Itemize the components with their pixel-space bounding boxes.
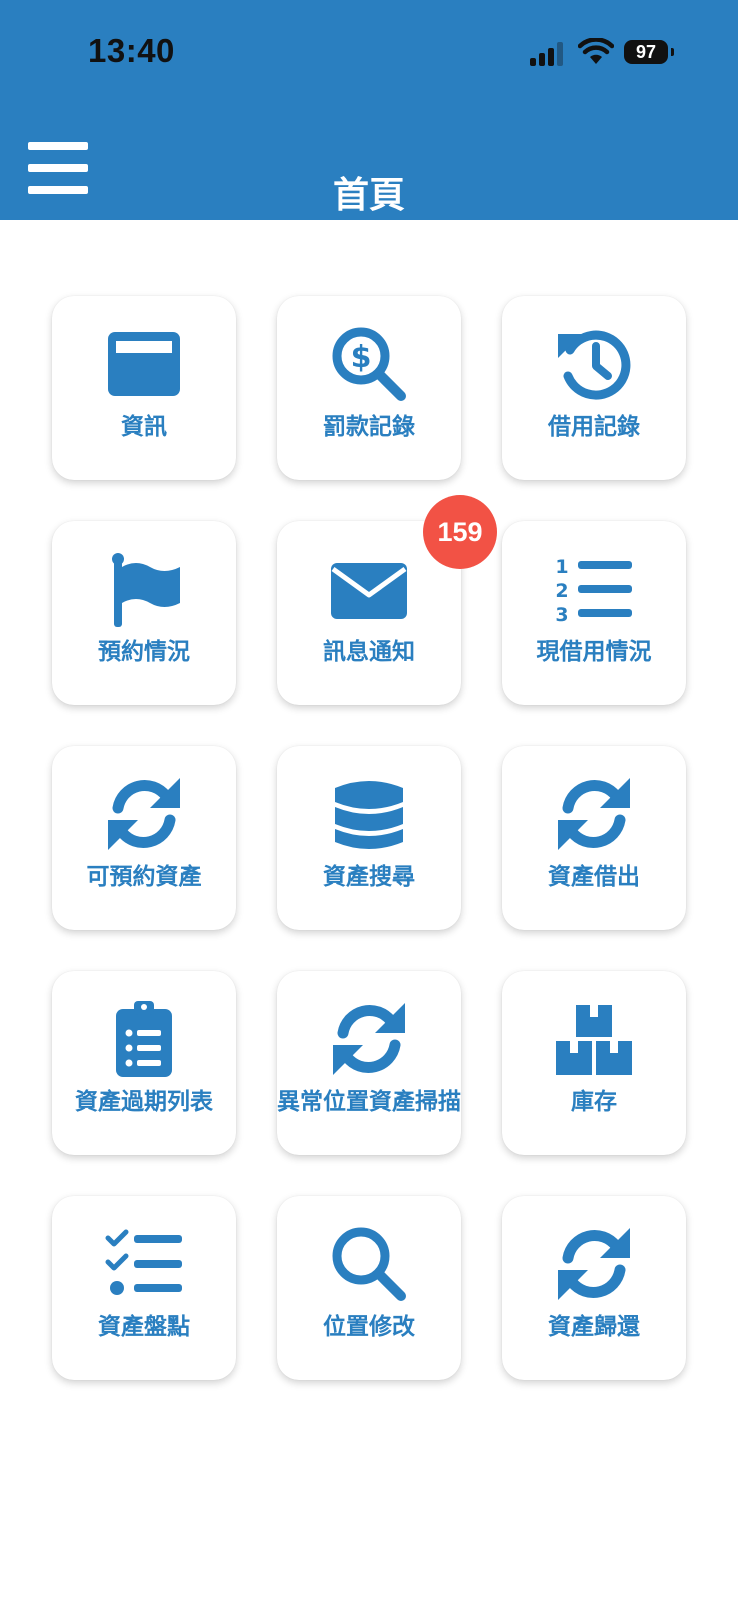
search-dollar-icon: $ xyxy=(329,324,409,404)
tile-label: 資訊 xyxy=(121,414,167,440)
app-header: 13:40 97 首頁 xyxy=(0,0,738,220)
search-icon xyxy=(329,1224,409,1304)
database-icon xyxy=(329,774,409,854)
svg-text:3: 3 xyxy=(555,604,568,626)
tile-label: 資產搜尋 xyxy=(323,864,415,890)
notification-badge: 159 xyxy=(423,495,497,569)
tile-asset-stocktake[interactable]: 資產盤點 xyxy=(52,1196,236,1380)
svg-text:$: $ xyxy=(351,340,372,375)
sync-icon xyxy=(104,774,184,854)
tile-label: 資產盤點 xyxy=(98,1314,190,1340)
tile-asset-lending[interactable]: 資產借出 xyxy=(502,746,686,930)
tile-label: 資產歸還 xyxy=(548,1314,640,1340)
tile-fine-records[interactable]: $ 罰款記錄 xyxy=(277,296,461,480)
boxes-icon xyxy=(554,999,634,1079)
tile-label: 訊息通知 xyxy=(323,639,415,665)
cellular-signal-icon xyxy=(530,42,563,66)
tile-asset-search[interactable]: 資產搜尋 xyxy=(277,746,461,930)
tile-abnormal-location-scan[interactable]: 異常位置資產掃描 xyxy=(277,971,461,1155)
sync-icon xyxy=(554,774,634,854)
tile-inventory[interactable]: 庫存 xyxy=(502,971,686,1155)
tile-label: 現借用情況 xyxy=(536,639,652,665)
tile-label: 借用記錄 xyxy=(548,414,640,440)
credit-card-icon xyxy=(104,324,184,404)
sync-icon xyxy=(329,999,409,1079)
tile-label: 異常位置資產掃描 xyxy=(277,1089,461,1115)
tile-label: 資產過期列表 xyxy=(75,1089,213,1115)
tile-reservable-assets[interactable]: 可預約資產 xyxy=(52,746,236,930)
tile-asset-return[interactable]: 資產歸還 xyxy=(502,1196,686,1380)
tile-label: 位置修改 xyxy=(323,1314,415,1340)
battery-tip xyxy=(671,48,674,56)
tile-overdue-assets[interactable]: 資產過期列表 xyxy=(52,971,236,1155)
tile-info[interactable]: 資訊 xyxy=(52,296,236,480)
status-time: 13:40 xyxy=(88,32,175,69)
wifi-icon xyxy=(578,38,614,64)
tile-label: 預約情況 xyxy=(98,639,190,665)
tile-notifications[interactable]: 159 訊息通知 xyxy=(277,495,497,705)
battery-icon: 97 xyxy=(624,40,668,64)
sync-icon xyxy=(554,1224,634,1304)
clipboard-list-icon xyxy=(104,999,184,1079)
svg-text:2: 2 xyxy=(555,580,568,602)
tile-label: 罰款記錄 xyxy=(323,414,415,440)
tile-reservations[interactable]: 預約情況 xyxy=(52,521,236,705)
tile-current-borrowing[interactable]: 1 2 3 現借用情況 xyxy=(502,521,686,705)
envelope-icon xyxy=(329,549,409,629)
page-title: 首頁 xyxy=(332,175,405,216)
tile-borrow-records[interactable]: 借用記錄 xyxy=(502,296,686,480)
tile-label: 資產借出 xyxy=(548,864,640,890)
tasks-icon xyxy=(104,1224,184,1304)
menu-grid: 資訊 $ 罰款記錄 借用記錄 預約情況 159 訊息通知 1 2 3 現借用情況… xyxy=(52,296,686,1380)
tile-label: 可預約資產 xyxy=(86,864,202,890)
tile-label: 庫存 xyxy=(571,1089,617,1115)
history-icon xyxy=(554,324,634,404)
flag-icon xyxy=(104,549,184,629)
status-icons: 97 xyxy=(528,36,678,76)
tile-location-edit[interactable]: 位置修改 xyxy=(277,1196,461,1380)
numbered-list-icon: 1 2 3 xyxy=(554,549,634,629)
svg-text:1: 1 xyxy=(555,556,568,578)
